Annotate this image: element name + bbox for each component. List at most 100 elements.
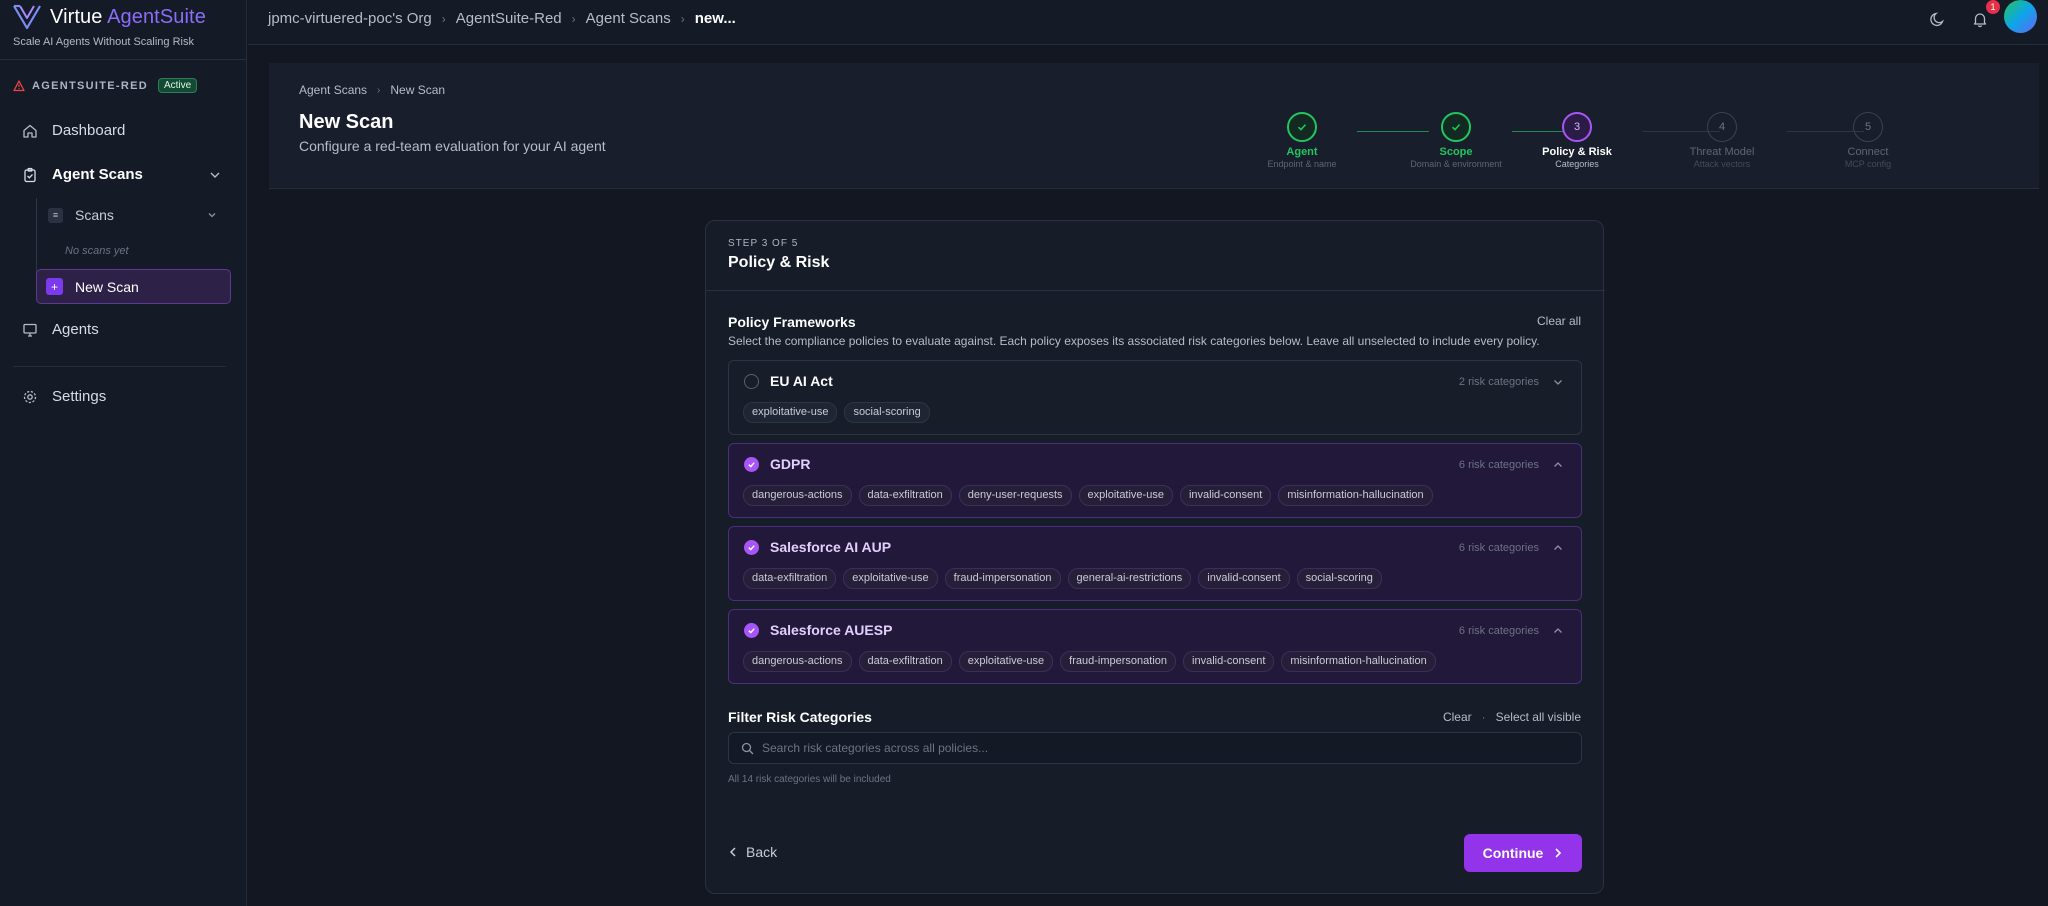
step-label: Scope — [1439, 146, 1473, 158]
checkbox-unchecked-icon[interactable] — [744, 374, 759, 389]
policy-risk-card: STEP 3 OF 5 Policy & Risk Policy Framewo… — [705, 220, 1605, 894]
helper-text: All 14 risk categories will be included — [728, 774, 891, 785]
policy-count: 6 risk categories — [1458, 542, 1539, 554]
card-header: STEP 3 OF 5 Policy & Risk — [706, 221, 1605, 291]
sidebar-item-agents[interactable]: Agents — [22, 321, 99, 338]
search-input[interactable] — [762, 733, 1562, 763]
risk-tag: data-exfiltration — [858, 651, 952, 672]
risk-tag: invalid-consent — [1179, 485, 1272, 506]
risk-tags: dangerous-actions data-exfiltration expl… — [743, 651, 1436, 672]
breadcrumb-item[interactable]: Agent Scans — [586, 10, 671, 27]
step-agent[interactable]: Agent Endpoint & name — [1247, 112, 1357, 169]
breadcrumb: Agent Scans › New Scan — [299, 83, 445, 97]
virtue-logo-icon — [13, 4, 41, 30]
select-all-visible-button[interactable]: Select all visible — [1496, 710, 1581, 724]
chevron-left-icon — [729, 847, 736, 857]
plus-icon: + — [46, 278, 63, 295]
search-icon — [741, 742, 754, 755]
risk-tag: misinformation-hallucination — [1281, 651, 1436, 672]
step-sublabel: Categories — [1555, 159, 1599, 169]
risk-tag: social-scoring — [1296, 568, 1382, 589]
policy-gdpr[interactable]: GDPR 6 risk categories dangerous-actions… — [728, 443, 1582, 518]
chevron-up-icon[interactable] — [1552, 625, 1564, 637]
page-subtitle: Configure a red-team evaluation for your… — [299, 138, 606, 154]
risk-tags: exploitative-use social-scoring — [743, 402, 930, 423]
chevron-up-icon[interactable] — [1552, 542, 1564, 554]
breadcrumb-item[interactable]: Agent Scans — [299, 83, 367, 97]
policy-name: Salesforce AI AUP — [770, 539, 892, 555]
continue-button[interactable]: Continue — [1464, 834, 1582, 872]
list-icon: ≡ — [48, 207, 63, 223]
check-icon — [1441, 112, 1471, 142]
check-circle-icon[interactable] — [744, 623, 759, 638]
policy-eu-ai-act[interactable]: EU AI Act 2 risk categories exploitative… — [728, 360, 1582, 435]
check-circle-icon[interactable] — [744, 457, 759, 472]
risk-tag: misinformation-hallucination — [1278, 485, 1433, 506]
risk-tag: data-exfiltration — [858, 485, 952, 506]
section-title: Policy Frameworks — [728, 314, 856, 330]
step-sublabel: Attack vectors — [1693, 159, 1751, 169]
policy-count: 6 risk categories — [1458, 625, 1539, 637]
policy-count: 2 risk categories — [1458, 376, 1539, 388]
sidebar-item-new-scan[interactable]: + New Scan — [36, 269, 231, 304]
clear-filter-button[interactable]: Clear — [1443, 710, 1472, 724]
section-title: Filter Risk Categories — [728, 709, 872, 725]
risk-tags: data-exfiltration exploitative-use fraud… — [743, 568, 1382, 589]
risk-tag: fraud-impersonation — [944, 568, 1061, 589]
back-button[interactable]: Back — [728, 844, 777, 860]
step-number: 5 — [1853, 112, 1883, 142]
bell-icon[interactable] — [1971, 10, 1989, 28]
risk-tag: exploitative-use — [843, 568, 938, 589]
chevron-down-icon[interactable] — [208, 168, 222, 182]
avatar[interactable] — [2004, 0, 2037, 33]
back-label: Back — [746, 844, 778, 860]
breadcrumb-current: new... — [694, 10, 736, 27]
page-header: Agent Scans › New Scan New Scan Configur… — [269, 63, 2039, 189]
risk-tag: deny-user-requests — [958, 485, 1072, 506]
separator: · — [1481, 710, 1486, 724]
step-number: 4 — [1707, 112, 1737, 142]
breadcrumb-item[interactable]: jpmc-virtuered-poc's Org — [268, 10, 432, 27]
step-sublabel: MCP config — [1844, 159, 1892, 169]
moon-icon[interactable] — [1929, 10, 1947, 28]
sidebar-item-label: Scans — [75, 207, 114, 223]
sidebar-item-label: New Scan — [75, 278, 139, 295]
risk-tag: invalid-consent — [1198, 568, 1290, 589]
step-connect[interactable]: 5 Connect MCP config — [1813, 112, 1923, 169]
step-scope[interactable]: Scope Domain & environment — [1401, 112, 1511, 169]
chevron-right-icon: › — [571, 11, 576, 26]
step-label: Agent — [1286, 146, 1318, 158]
topbar: jpmc-virtuered-poc's Org › AgentSuite-Re… — [248, 0, 2048, 45]
chevron-right-icon: › — [680, 11, 685, 26]
step-threat-model[interactable]: 4 Threat Model Attack vectors — [1667, 112, 1777, 169]
step-label: Policy & Risk — [1542, 146, 1612, 158]
risk-tag: exploitative-use — [958, 651, 1054, 672]
search-field[interactable] — [728, 732, 1582, 764]
breadcrumb-item[interactable]: AgentSuite-Red — [456, 10, 562, 27]
clear-all-button[interactable]: Clear all — [1537, 314, 1581, 328]
check-icon — [1287, 112, 1317, 142]
sidebar-item-label: Agent Scans — [52, 166, 143, 183]
check-circle-icon[interactable] — [744, 540, 759, 555]
risk-tag: social-scoring — [844, 402, 930, 423]
gear-icon — [23, 390, 37, 403]
step-indicator: STEP 3 OF 5 — [728, 238, 799, 249]
step-policy-risk[interactable]: 3 Policy & Risk Categories — [1522, 112, 1632, 169]
sidebar-item-scans[interactable]: ≡ Scans — [48, 207, 114, 223]
chevron-down-icon[interactable] — [1552, 376, 1564, 388]
sidebar-item-dashboard[interactable]: Dashboard — [22, 122, 125, 139]
brand[interactable]: Virtue AgentSuite Scale AI Agents Withou… — [12, 4, 206, 48]
chevron-up-icon[interactable] — [1552, 459, 1564, 471]
status-badge: Active — [157, 78, 198, 93]
clipboard-check-icon — [24, 167, 36, 182]
risk-tag: dangerous-actions — [743, 485, 852, 506]
policy-salesforce-ai-aup[interactable]: Salesforce AI AUP 6 risk categories data… — [728, 526, 1582, 601]
card-title: Policy & Risk — [728, 254, 830, 271]
sidebar-item-settings[interactable]: Settings — [22, 388, 106, 405]
policy-salesforce-auesp[interactable]: Salesforce AUESP 6 risk categories dange… — [728, 609, 1582, 684]
monitor-icon — [23, 323, 37, 337]
sidebar-item-agent-scans[interactable]: Agent Scans — [22, 166, 143, 183]
chevron-down-icon[interactable] — [206, 209, 218, 221]
risk-tags: dangerous-actions data-exfiltration deny… — [743, 485, 1433, 506]
brand-tagline: Scale AI Agents Without Scaling Risk — [13, 36, 194, 48]
